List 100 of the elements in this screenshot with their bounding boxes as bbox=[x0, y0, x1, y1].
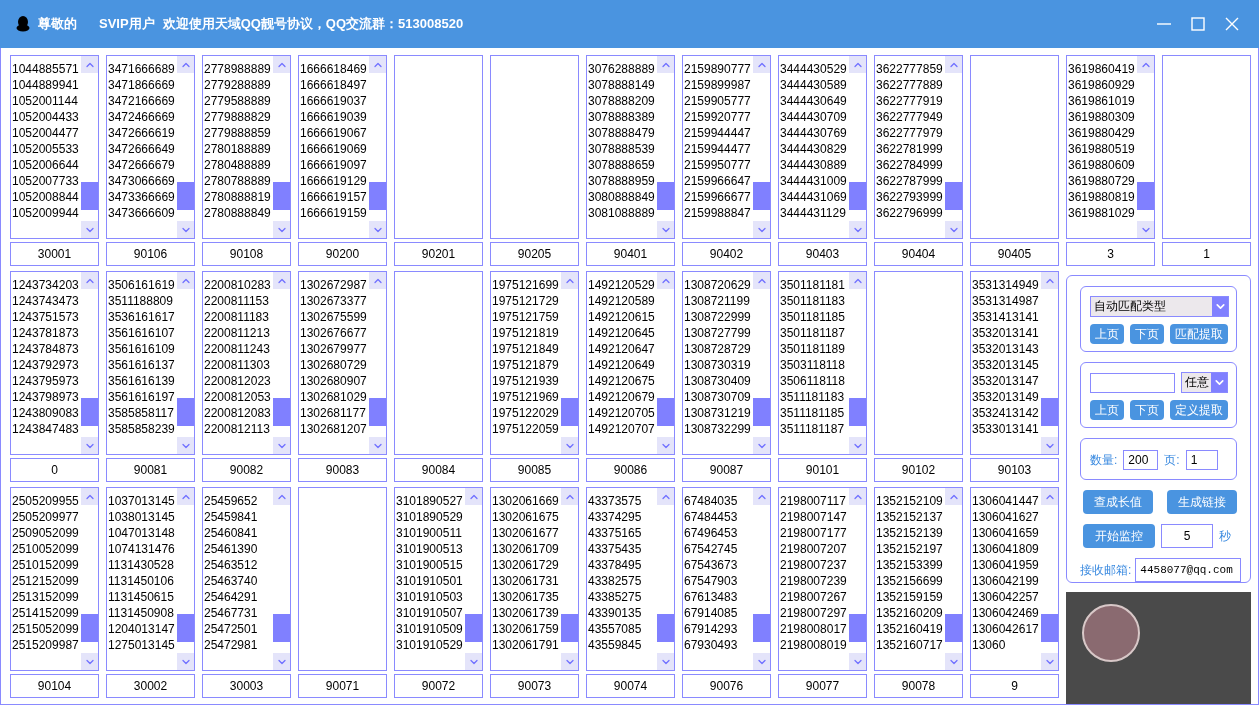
list-item[interactable]: 1308730319 bbox=[683, 357, 753, 373]
code-field[interactable]: 90084 bbox=[394, 458, 483, 482]
list-item[interactable]: 3501181181 bbox=[779, 277, 849, 293]
list-item[interactable]: 3619860419 bbox=[1067, 61, 1137, 77]
list-box[interactable] bbox=[970, 55, 1059, 239]
interval-field[interactable]: 5 bbox=[1161, 524, 1213, 548]
scroll-down-button[interactable] bbox=[177, 221, 194, 238]
scrollbar-thumb[interactable] bbox=[177, 182, 194, 210]
list-item[interactable]: 67543673 bbox=[683, 557, 753, 573]
code-field[interactable]: 3 bbox=[1066, 242, 1155, 266]
list-item[interactable]: 3473066669 bbox=[107, 173, 177, 189]
list-item[interactable]: 2780188889 bbox=[203, 141, 273, 157]
pattern-field[interactable] bbox=[1090, 372, 1175, 393]
code-field[interactable]: 1 bbox=[1162, 242, 1251, 266]
list-box[interactable]: 25459652 25459841 25460841 25461390 25463512 25463740 25464291 25467731 25472501 25472981 bbox=[202, 487, 291, 671]
list-item[interactable]: 1302061709 bbox=[491, 541, 561, 557]
list-item[interactable]: 25467731 bbox=[203, 605, 273, 621]
list-item[interactable]: 2510052099 bbox=[11, 541, 81, 557]
list-item[interactable]: 1975121939 bbox=[491, 373, 561, 389]
list-item[interactable]: 3532013149 bbox=[971, 389, 1041, 405]
list-item[interactable]: 1306041959 bbox=[971, 557, 1041, 573]
list-item[interactable]: 3511181183 bbox=[779, 389, 849, 405]
list-item[interactable]: 3101900511 bbox=[395, 525, 465, 541]
code-field[interactable]: 90101 bbox=[778, 458, 867, 482]
list-item[interactable]: 1352160209 bbox=[875, 605, 945, 621]
code-field[interactable]: 90078 bbox=[874, 674, 963, 698]
list-item[interactable]: 1243795973 bbox=[11, 373, 81, 389]
list-item[interactable]: 2513152099 bbox=[11, 589, 81, 605]
list-item[interactable]: 1975121729 bbox=[491, 293, 561, 309]
list-item[interactable]: 3473366669 bbox=[107, 189, 177, 205]
list-item[interactable]: 1302061791 bbox=[491, 637, 561, 653]
list-item[interactable]: 3472666649 bbox=[107, 141, 177, 157]
list-item[interactable]: 3561616139 bbox=[107, 373, 177, 389]
list-item[interactable]: 3531413141 bbox=[971, 309, 1041, 325]
list-item[interactable]: 3532013147 bbox=[971, 373, 1041, 389]
scrollbar-thumb[interactable] bbox=[561, 398, 578, 426]
code-field[interactable]: 90106 bbox=[106, 242, 195, 266]
scrollbar-thumb[interactable] bbox=[849, 182, 866, 210]
list-item[interactable]: 1975122059 bbox=[491, 421, 561, 437]
list-item[interactable]: 3101900515 bbox=[395, 557, 465, 573]
list-item[interactable]: 1302680907 bbox=[299, 373, 369, 389]
list-item[interactable]: 3078888959 bbox=[587, 173, 657, 189]
scroll-down-button[interactable] bbox=[273, 653, 290, 670]
list-item[interactable]: 2159899987 bbox=[683, 77, 753, 93]
list-item[interactable]: 1306041627 bbox=[971, 509, 1041, 525]
list-item[interactable]: 2159944477 bbox=[683, 141, 753, 157]
scrollbar-thumb[interactable] bbox=[81, 182, 98, 210]
scrollbar-thumb[interactable] bbox=[849, 614, 866, 642]
scrollbar-thumb[interactable] bbox=[1041, 398, 1058, 426]
list-item[interactable]: 1052004477 bbox=[11, 125, 81, 141]
list-item[interactable]: 1666619039 bbox=[299, 109, 369, 125]
scroll-down-button[interactable] bbox=[561, 437, 578, 454]
scroll-up-button[interactable] bbox=[1137, 56, 1154, 73]
list-item[interactable]: 1975121969 bbox=[491, 389, 561, 405]
list-item[interactable]: 1052004433 bbox=[11, 109, 81, 125]
list-item[interactable]: 1243781873 bbox=[11, 325, 81, 341]
scrollbar-thumb[interactable] bbox=[369, 398, 386, 426]
scroll-down-button[interactable] bbox=[657, 437, 674, 454]
match-type-dropdown[interactable]: 自动匹配类型 bbox=[1090, 296, 1229, 317]
list-item[interactable]: 25464291 bbox=[203, 589, 273, 605]
list-item[interactable]: 2780488889 bbox=[203, 157, 273, 173]
list-item[interactable]: 1666619129 bbox=[299, 173, 369, 189]
list-item[interactable]: 25460841 bbox=[203, 525, 273, 541]
list-item[interactable]: 2200812113 bbox=[203, 421, 273, 437]
list-box[interactable]: 2198007117 2198007147 2198007177 2198007207 2198007237 2198007239 2198007267 2198007297 2198008017 2198008019 bbox=[778, 487, 867, 671]
list-item[interactable]: 2198008017 bbox=[779, 621, 849, 637]
list-item[interactable]: 1666619037 bbox=[299, 93, 369, 109]
scrollbar-thumb[interactable] bbox=[945, 614, 962, 642]
scroll-up-button[interactable] bbox=[177, 272, 194, 289]
list-item[interactable]: 3622777859 bbox=[875, 61, 945, 77]
list-item[interactable]: 1492120679 bbox=[587, 389, 657, 405]
list-box[interactable]: 1352152109 1352152137 1352152139 1352152197 1352153399 1352156699 1352159159 1352160209 1352160419 1352160717 bbox=[874, 487, 963, 671]
scroll-down-button[interactable] bbox=[369, 221, 386, 238]
list-item[interactable]: 1306041659 bbox=[971, 525, 1041, 541]
list-item[interactable]: 43375435 bbox=[587, 541, 657, 557]
scrollbar-thumb[interactable] bbox=[177, 398, 194, 426]
list-item[interactable]: 3472166669 bbox=[107, 93, 177, 109]
list-item[interactable]: 2200811213 bbox=[203, 325, 273, 341]
list-item[interactable]: 1308732299 bbox=[683, 421, 753, 437]
list-item[interactable]: 3561616197 bbox=[107, 389, 177, 405]
list-item[interactable]: 2198007117 bbox=[779, 493, 849, 509]
list-item[interactable]: 1302681207 bbox=[299, 421, 369, 437]
scroll-up-button[interactable] bbox=[753, 56, 770, 73]
list-item[interactable]: 3536161617 bbox=[107, 309, 177, 325]
list-item[interactable]: 3101890527 bbox=[395, 493, 465, 509]
list-item[interactable]: 1243809083 bbox=[11, 405, 81, 421]
list-item[interactable]: 67496453 bbox=[683, 525, 753, 541]
scrollbar-thumb[interactable] bbox=[273, 614, 290, 642]
list-item[interactable]: 1352152137 bbox=[875, 509, 945, 525]
scrollbar-thumb[interactable] bbox=[657, 182, 674, 210]
list-item[interactable]: 1306042199 bbox=[971, 573, 1041, 589]
list-item[interactable]: 1302061739 bbox=[491, 605, 561, 621]
list-item[interactable]: 3531314987 bbox=[971, 293, 1041, 309]
list-item[interactable]: 1302672987 bbox=[299, 277, 369, 293]
list-item[interactable]: 1243734203 bbox=[11, 277, 81, 293]
list-item[interactable]: 25461390 bbox=[203, 541, 273, 557]
scroll-up-button[interactable] bbox=[657, 488, 674, 505]
list-item[interactable]: 2779888829 bbox=[203, 109, 273, 125]
scroll-down-button[interactable] bbox=[657, 653, 674, 670]
list-item[interactable]: 3472466669 bbox=[107, 109, 177, 125]
